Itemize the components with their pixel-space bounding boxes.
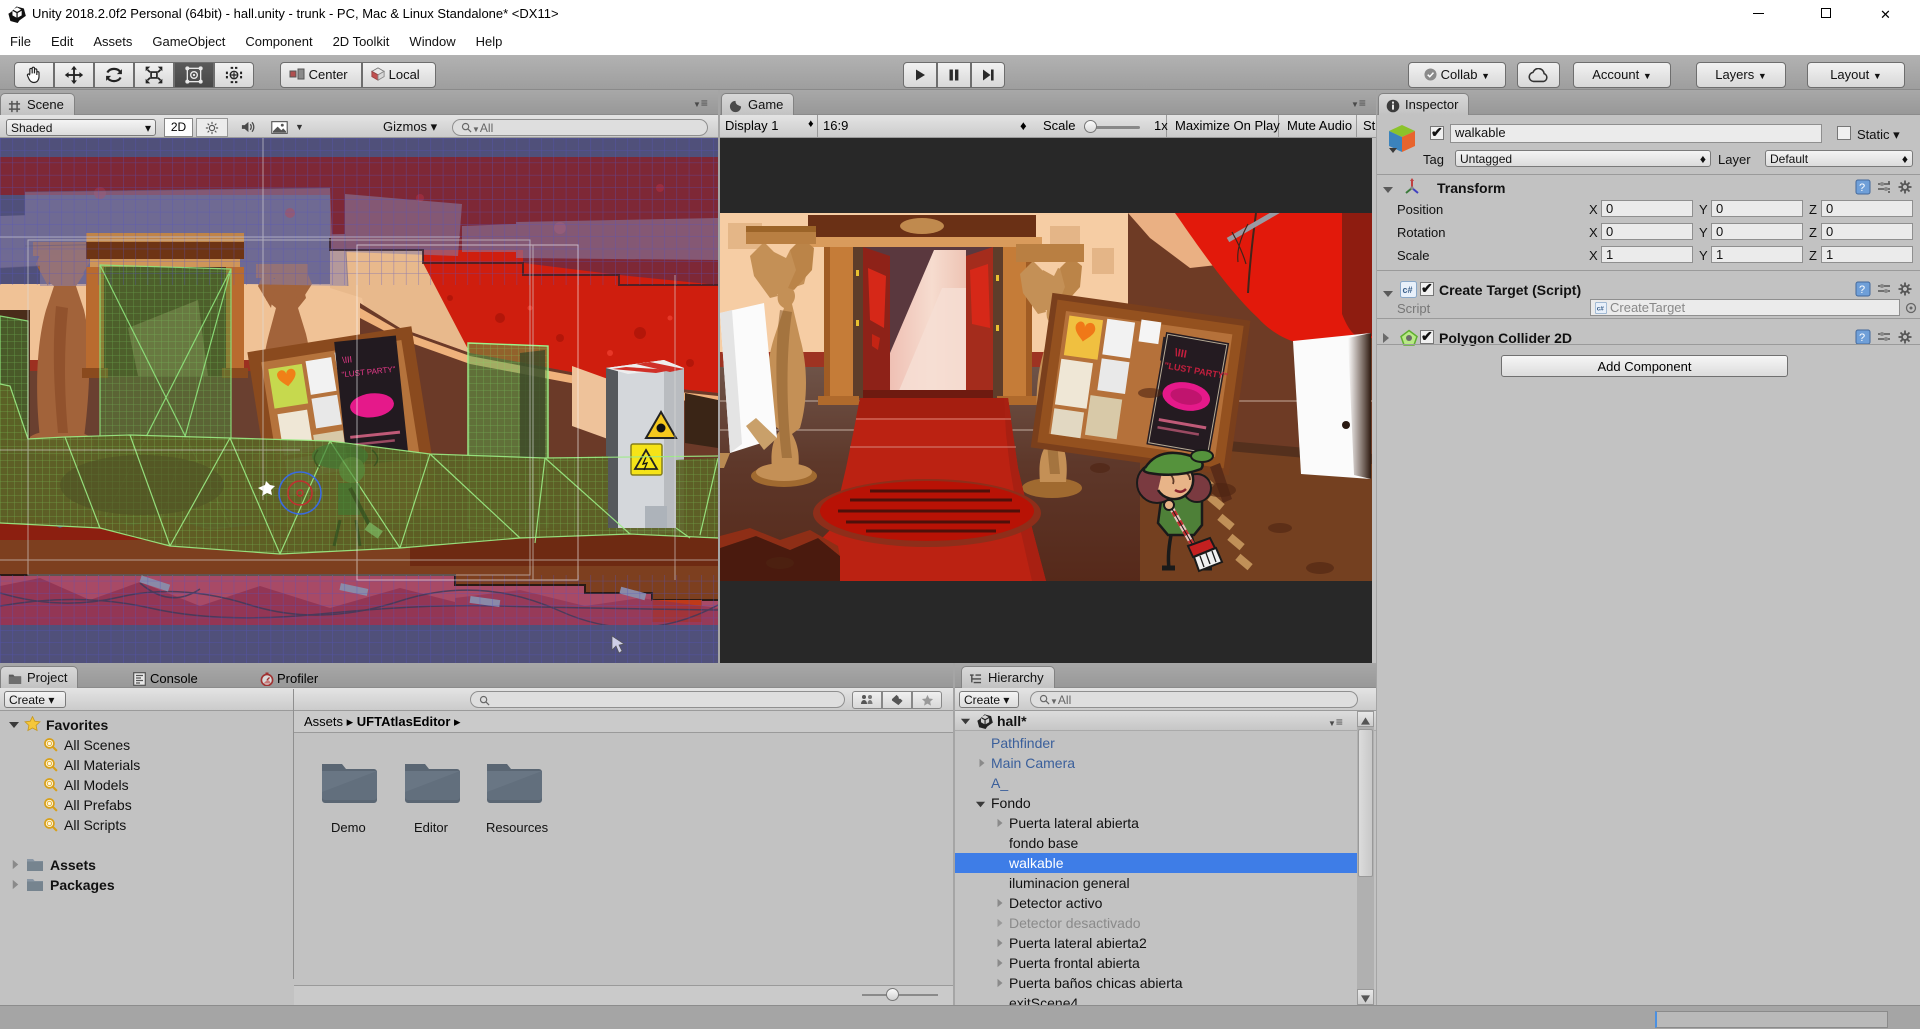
svg-text:?: ?: [1859, 332, 1865, 344]
svg-text:c#: c#: [1403, 285, 1413, 295]
svg-text:c#: c#: [1597, 305, 1605, 312]
svg-text:?: ?: [1859, 182, 1865, 194]
svg-text:\III: \III: [342, 354, 353, 365]
svg-text:?: ?: [1859, 284, 1865, 296]
svg-text:\III: \III: [1174, 347, 1188, 361]
